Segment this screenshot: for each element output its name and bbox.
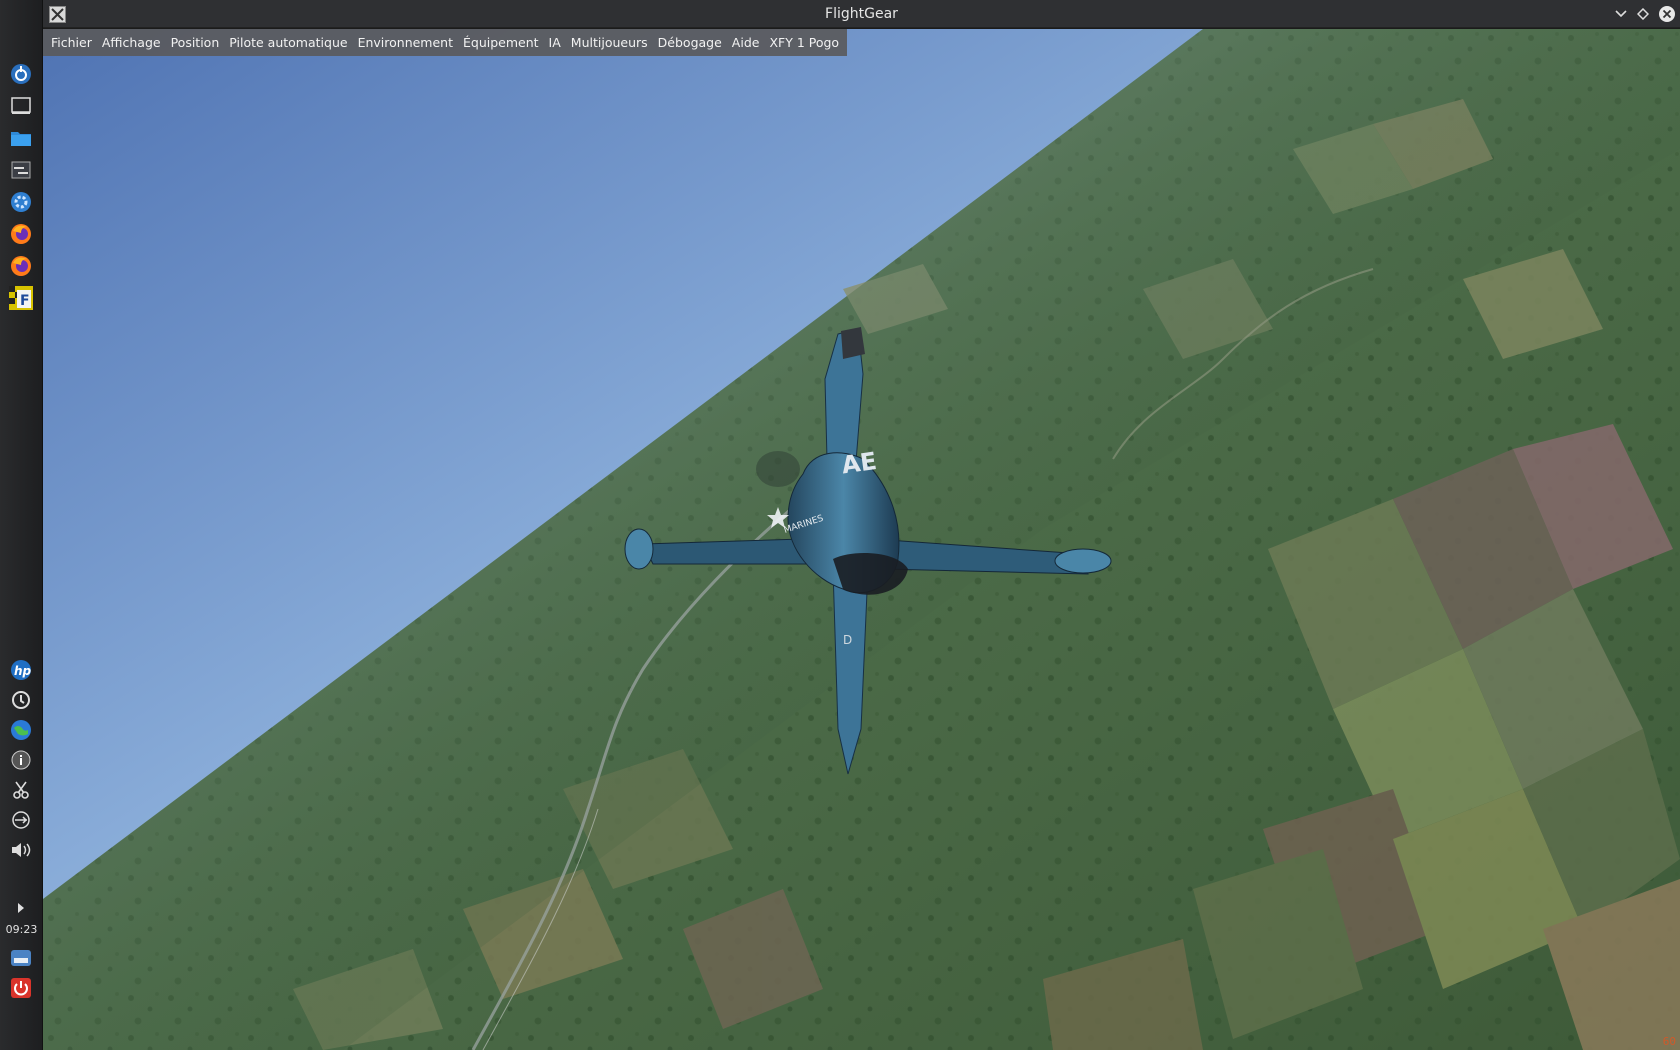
window-titlebar[interactable]: FlightGear — [43, 0, 1680, 28]
window-title: FlightGear — [825, 6, 898, 22]
menu-fichier[interactable]: Fichier — [46, 29, 97, 56]
diamond-icon — [1637, 8, 1649, 20]
menu-aide[interactable]: Aide — [727, 29, 765, 56]
close-icon — [1659, 6, 1675, 22]
right-wingtip-pod — [1054, 548, 1112, 574]
left-wingtip-pod — [624, 528, 654, 570]
expand-arrow-icon[interactable] — [9, 896, 33, 920]
desktop-icon[interactable] — [9, 94, 33, 118]
menu-pilote-automatique[interactable]: Pilote automatique — [224, 29, 352, 56]
svg-text:hp: hp — [14, 664, 32, 678]
menu-multijoueurs[interactable]: Multijoueurs — [566, 29, 653, 56]
hp-icon[interactable]: hp — [9, 658, 33, 682]
drive-icon[interactable] — [9, 946, 33, 970]
taskbar: F hp 09:23 — [0, 0, 43, 1050]
firefox-icon-2[interactable] — [9, 254, 33, 278]
firefox-icon[interactable] — [9, 222, 33, 246]
folder-icon[interactable] — [9, 126, 33, 150]
info-icon[interactable] — [9, 748, 33, 772]
close-button[interactable] — [1658, 5, 1676, 23]
menu-environnement[interactable]: Environnement — [353, 29, 458, 56]
flightgear-icon[interactable]: F — [9, 286, 33, 310]
menu-aircraft-xfy1-pogo[interactable]: XFY 1 Pogo — [764, 29, 844, 56]
maximize-button[interactable] — [1634, 5, 1652, 23]
flight-scene-viewport[interactable]: AE MARINES D 60 — [43, 29, 1680, 1050]
clock[interactable]: 09:23 — [0, 923, 43, 936]
menu-position[interactable]: Position — [166, 29, 225, 56]
scissors-icon[interactable] — [9, 778, 33, 802]
fps-counter: 60 — [1662, 1035, 1676, 1048]
menu-debogage[interactable]: Débogage — [653, 29, 727, 56]
minimize-button[interactable] — [1612, 5, 1630, 23]
menubar: Fichier Affichage Position Pilote automa… — [43, 29, 848, 56]
network-globe-icon[interactable] — [9, 718, 33, 742]
update-icon[interactable] — [9, 688, 33, 712]
svg-text:F: F — [20, 293, 30, 309]
lower-fin-code: D — [843, 633, 852, 647]
settings-panel-icon[interactable] — [9, 158, 33, 182]
menu-affichage[interactable]: Affichage — [97, 29, 166, 56]
launcher-icon[interactable] — [9, 62, 33, 86]
tail-code: AE — [840, 447, 879, 480]
power-icon[interactable] — [9, 976, 33, 1000]
upper-fin-tip — [841, 327, 865, 359]
menu-equipement[interactable]: Équipement — [458, 29, 544, 56]
usb-icon[interactable] — [9, 808, 33, 832]
volume-icon[interactable] — [9, 838, 33, 862]
system-settings-icon[interactable] — [9, 190, 33, 214]
menu-ia[interactable]: IA — [544, 29, 566, 56]
chevron-down-icon — [1615, 10, 1627, 18]
